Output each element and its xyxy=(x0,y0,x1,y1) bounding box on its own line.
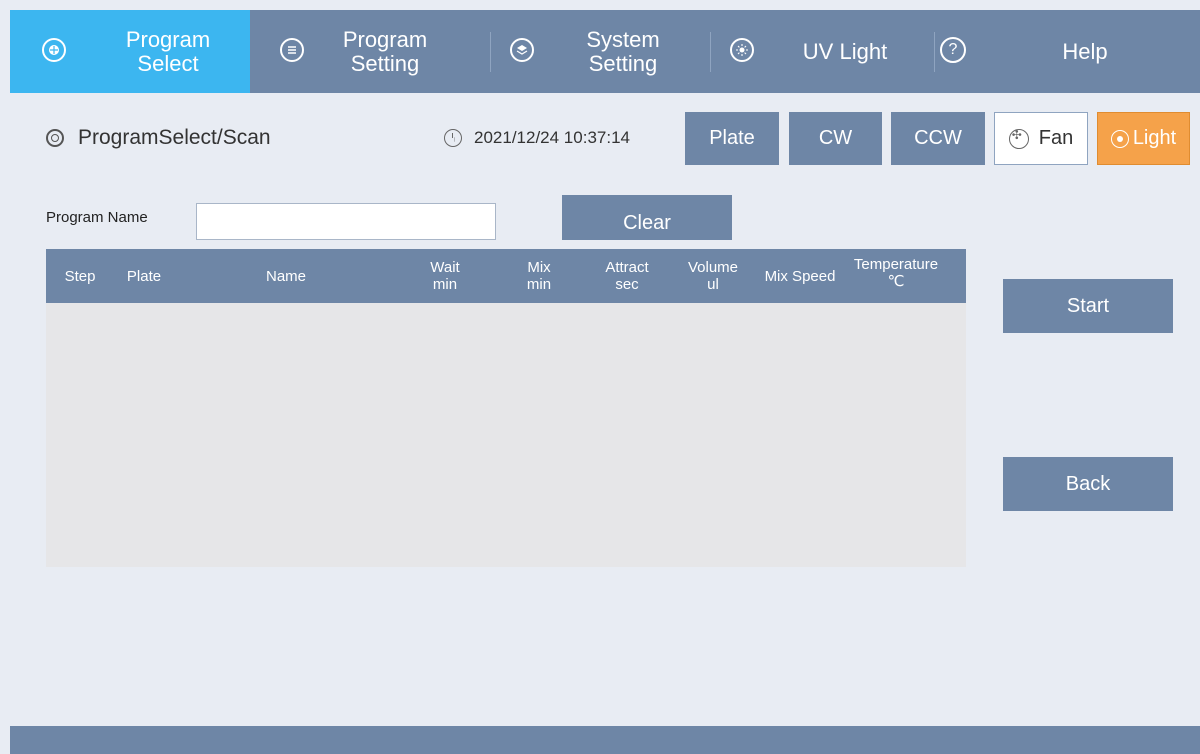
program-name-label: Program Name xyxy=(46,209,148,226)
fan-button-label: Fan xyxy=(1038,127,1074,149)
tab-uv-light-label: UV Light xyxy=(802,39,888,64)
light-button[interactable]: Light xyxy=(1097,112,1190,165)
tab-uv-light[interactable]: UV Light xyxy=(730,10,970,93)
nav-divider xyxy=(710,32,711,72)
location-icon xyxy=(46,129,64,147)
top-navigation: Program Select Program Setting System Setti… xyxy=(10,10,1200,93)
column-header-temperature: Temperature ℃ xyxy=(853,256,939,290)
tab-program-setting-label: Program Setting xyxy=(342,27,428,76)
program-setting-icon xyxy=(280,38,304,62)
column-header-name: Name xyxy=(265,267,306,285)
tab-program-select[interactable]: Program Select xyxy=(10,10,250,93)
light-bulb-icon xyxy=(1110,129,1129,148)
plate-button[interactable]: Plate xyxy=(685,112,779,165)
clear-button[interactable]: Clear xyxy=(562,195,732,240)
tab-program-setting[interactable]: Program Setting xyxy=(250,10,491,93)
light-button-label: Light xyxy=(1132,127,1177,149)
cw-button[interactable]: CW xyxy=(789,112,882,165)
tab-program-select-label: Program Select xyxy=(125,27,211,76)
uv-light-icon xyxy=(730,38,754,62)
column-header-mix: Mix min xyxy=(526,259,552,293)
back-button[interactable]: Back xyxy=(1003,457,1173,511)
column-header-plate: Plate xyxy=(126,267,162,285)
start-button[interactable]: Start xyxy=(1003,279,1173,333)
column-header-volume: Volume ul xyxy=(687,259,739,293)
tab-help-label: Help xyxy=(1062,39,1108,64)
tab-system-setting-label: System Setting xyxy=(586,27,660,76)
breadcrumb-text: ProgramSelect/Scan xyxy=(78,126,271,149)
column-header-mix-speed: Mix Speed xyxy=(764,267,836,285)
column-header-attract: Attract sec xyxy=(605,259,649,293)
help-icon: ? xyxy=(940,37,966,63)
fan-button[interactable]: Fan xyxy=(994,112,1088,165)
column-header-step: Step xyxy=(64,267,96,285)
program-name-input[interactable] xyxy=(196,203,496,240)
datetime-text: 2021/12/24 10:37:14 xyxy=(474,128,630,147)
column-header-wait: Wait min xyxy=(430,259,460,293)
program-select-icon xyxy=(42,38,66,62)
datetime-display: 2021/12/24 10:37:14 xyxy=(444,128,630,148)
tab-system-setting[interactable]: System Setting xyxy=(490,10,730,93)
breadcrumb: ProgramSelect/Scan xyxy=(46,126,271,150)
ccw-button[interactable]: CCW xyxy=(891,112,985,165)
program-steps-table-body[interactable] xyxy=(46,303,966,567)
system-setting-icon xyxy=(510,38,534,62)
tab-help[interactable]: ? Help xyxy=(940,10,1200,93)
nav-divider xyxy=(934,32,935,72)
clock-icon xyxy=(444,129,462,147)
status-bar xyxy=(10,726,1200,754)
fan-icon xyxy=(1008,128,1029,149)
table-header: Step Plate Name Wait min Mix min Attract se… xyxy=(46,249,966,303)
